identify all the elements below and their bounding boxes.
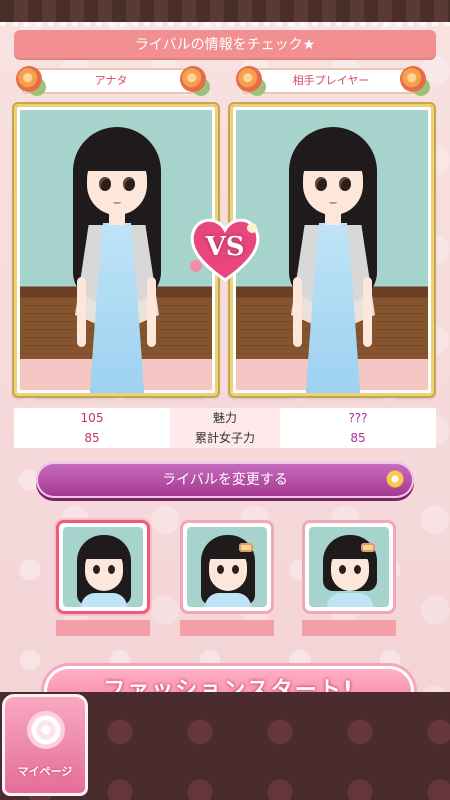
opponent-character	[267, 127, 397, 393]
player-charm-value: 105	[14, 408, 170, 428]
opponent-charm-value: ???	[280, 408, 436, 428]
rival-option-2[interactable]	[180, 520, 274, 636]
page-title: ライバルの情報をチェック★	[14, 30, 436, 60]
rose-icon	[180, 66, 206, 92]
rival-name-bar	[56, 620, 150, 636]
rose-icon	[27, 711, 65, 749]
mypage-label: マイページ	[17, 765, 73, 778]
opponent-girl-power-value: 85	[280, 428, 436, 448]
sparkle-icon	[386, 470, 404, 488]
vs-heart-icon: VS	[186, 214, 264, 284]
rival-option-1[interactable]	[56, 520, 150, 636]
rival-portrait	[56, 520, 150, 614]
change-rival-label: ライバルを変更する	[162, 472, 288, 488]
top-border	[0, 0, 450, 26]
rose-icon	[236, 66, 262, 92]
rival-option-3[interactable]	[302, 520, 396, 636]
vs-label: VS	[205, 232, 245, 262]
rival-name-bar	[302, 620, 396, 636]
player-name-plate: アナタ	[16, 66, 206, 94]
opponent-name: 相手プレイヤー	[292, 74, 370, 87]
player-character	[51, 127, 181, 393]
opponent-name-plate: 相手プレイヤー	[236, 66, 426, 94]
stat-row-girl-power: 85 累計女子力 85	[14, 428, 436, 448]
rival-portrait	[302, 520, 396, 614]
rose-icon	[400, 66, 426, 92]
mypage-button[interactable]: マイページ	[2, 694, 88, 796]
hair-bow-icon	[361, 543, 375, 552]
hair-bow-icon	[239, 543, 253, 552]
rose-icon	[16, 66, 42, 92]
player-name: アナタ	[94, 74, 128, 87]
stats-table: 105 魅力 ??? 85 累計女子力 85	[14, 408, 436, 448]
stat-label-girl-power: 累計女子力	[170, 428, 280, 448]
rival-name-bar	[180, 620, 274, 636]
player-girl-power-value: 85	[14, 428, 170, 448]
change-rival-button[interactable]: ライバルを変更する	[36, 462, 414, 498]
stat-label-charm: 魅力	[170, 408, 280, 428]
stat-row-charm: 105 魅力 ???	[14, 408, 436, 428]
rival-portrait	[180, 520, 274, 614]
